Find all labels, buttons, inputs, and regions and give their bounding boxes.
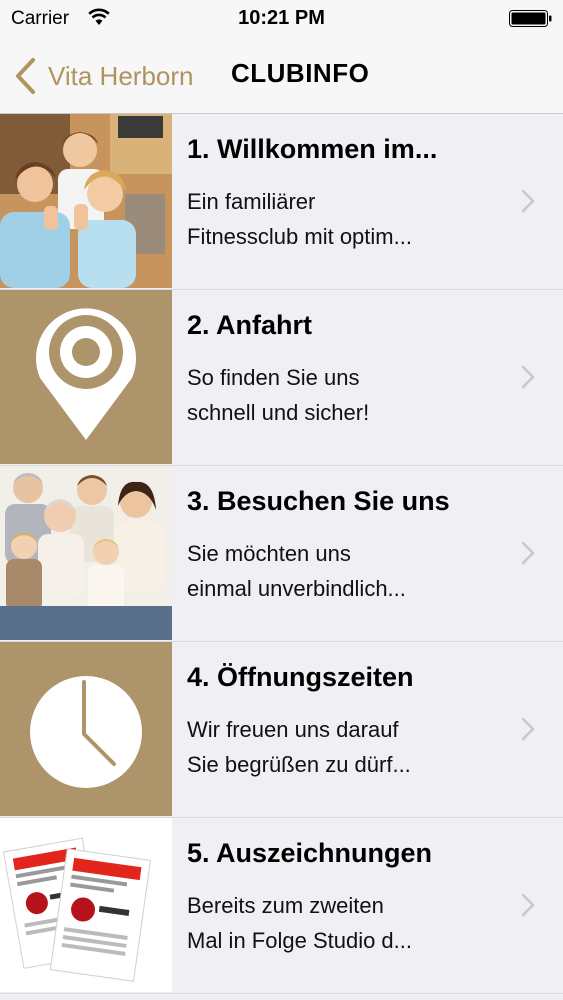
list-item-subtitle: Wir freuen uns darauf Sie begrüßen zu dü…	[187, 717, 411, 777]
list-item-subtitle: Ein familiärer Fitnessclub mit optim...	[187, 189, 412, 249]
list-item-subtitle: So finden Sie uns schnell und sicher!	[187, 365, 370, 425]
list-item-auszeichnungen[interactable]: 5. Auszeichnungen Bereits zum zweiten Ma…	[0, 818, 563, 994]
list-item-title: 5. Auszeichnungen	[187, 838, 433, 868]
battery-icon	[509, 10, 552, 27]
chevron-right-icon	[521, 365, 535, 389]
group-photo-image	[0, 114, 172, 288]
list-item-oeffnungszeiten[interactable]: 4. Öffnungszeiten Wir freuen uns darauf …	[0, 642, 563, 818]
list-item-subtitle: Bereits zum zweiten Mal in Folge Studio …	[187, 893, 413, 953]
award-certificates-image	[0, 818, 172, 992]
list-item-subtitle: Sie möchten uns einmal unverbindlich...	[187, 541, 406, 601]
list-item-title: 1. Willkommen im...	[187, 134, 438, 164]
clock-thumbnail	[0, 642, 172, 816]
chevron-right-icon	[521, 189, 535, 213]
list-item-anfahrt[interactable]: 2. Anfahrt So finden Sie uns schnell und…	[0, 290, 563, 466]
navigation-bar: Vita Herborn CLUBINFO	[0, 38, 563, 114]
award-certificates-thumbnail	[0, 818, 172, 992]
list-item-willkommen[interactable]: 1. Willkommen im... Ein familiärer Fitne…	[0, 114, 563, 290]
chevron-left-icon	[16, 58, 35, 94]
status-bar: Carrier 10:21 PM	[0, 0, 563, 38]
page-title: CLUBINFO	[231, 58, 370, 88]
clock-time: 10:21 PM	[238, 7, 325, 29]
chevron-right-icon	[521, 717, 535, 741]
clubinfo-list: 1. Willkommen im... Ein familiärer Fitne…	[0, 114, 563, 994]
clock-icon	[30, 676, 142, 788]
chevron-right-icon	[521, 541, 535, 565]
chevron-right-icon	[521, 893, 535, 917]
back-button[interactable]: Vita Herborn	[14, 56, 194, 96]
list-item-title: 3. Besuchen Sie uns	[187, 486, 450, 516]
group-photo-thumbnail	[0, 114, 172, 288]
list-item-title: 2. Anfahrt	[187, 310, 313, 340]
map-pin-thumbnail	[0, 290, 172, 464]
back-button-label: Vita Herborn	[48, 60, 194, 91]
list-item-besuchen[interactable]: 3. Besuchen Sie uns Sie möchten uns einm…	[0, 466, 563, 642]
family-photo-thumbnail	[0, 466, 172, 640]
map-pin-icon	[35, 308, 136, 440]
list-item-title: 4. Öffnungszeiten	[187, 662, 414, 692]
family-photo-image	[0, 466, 172, 640]
